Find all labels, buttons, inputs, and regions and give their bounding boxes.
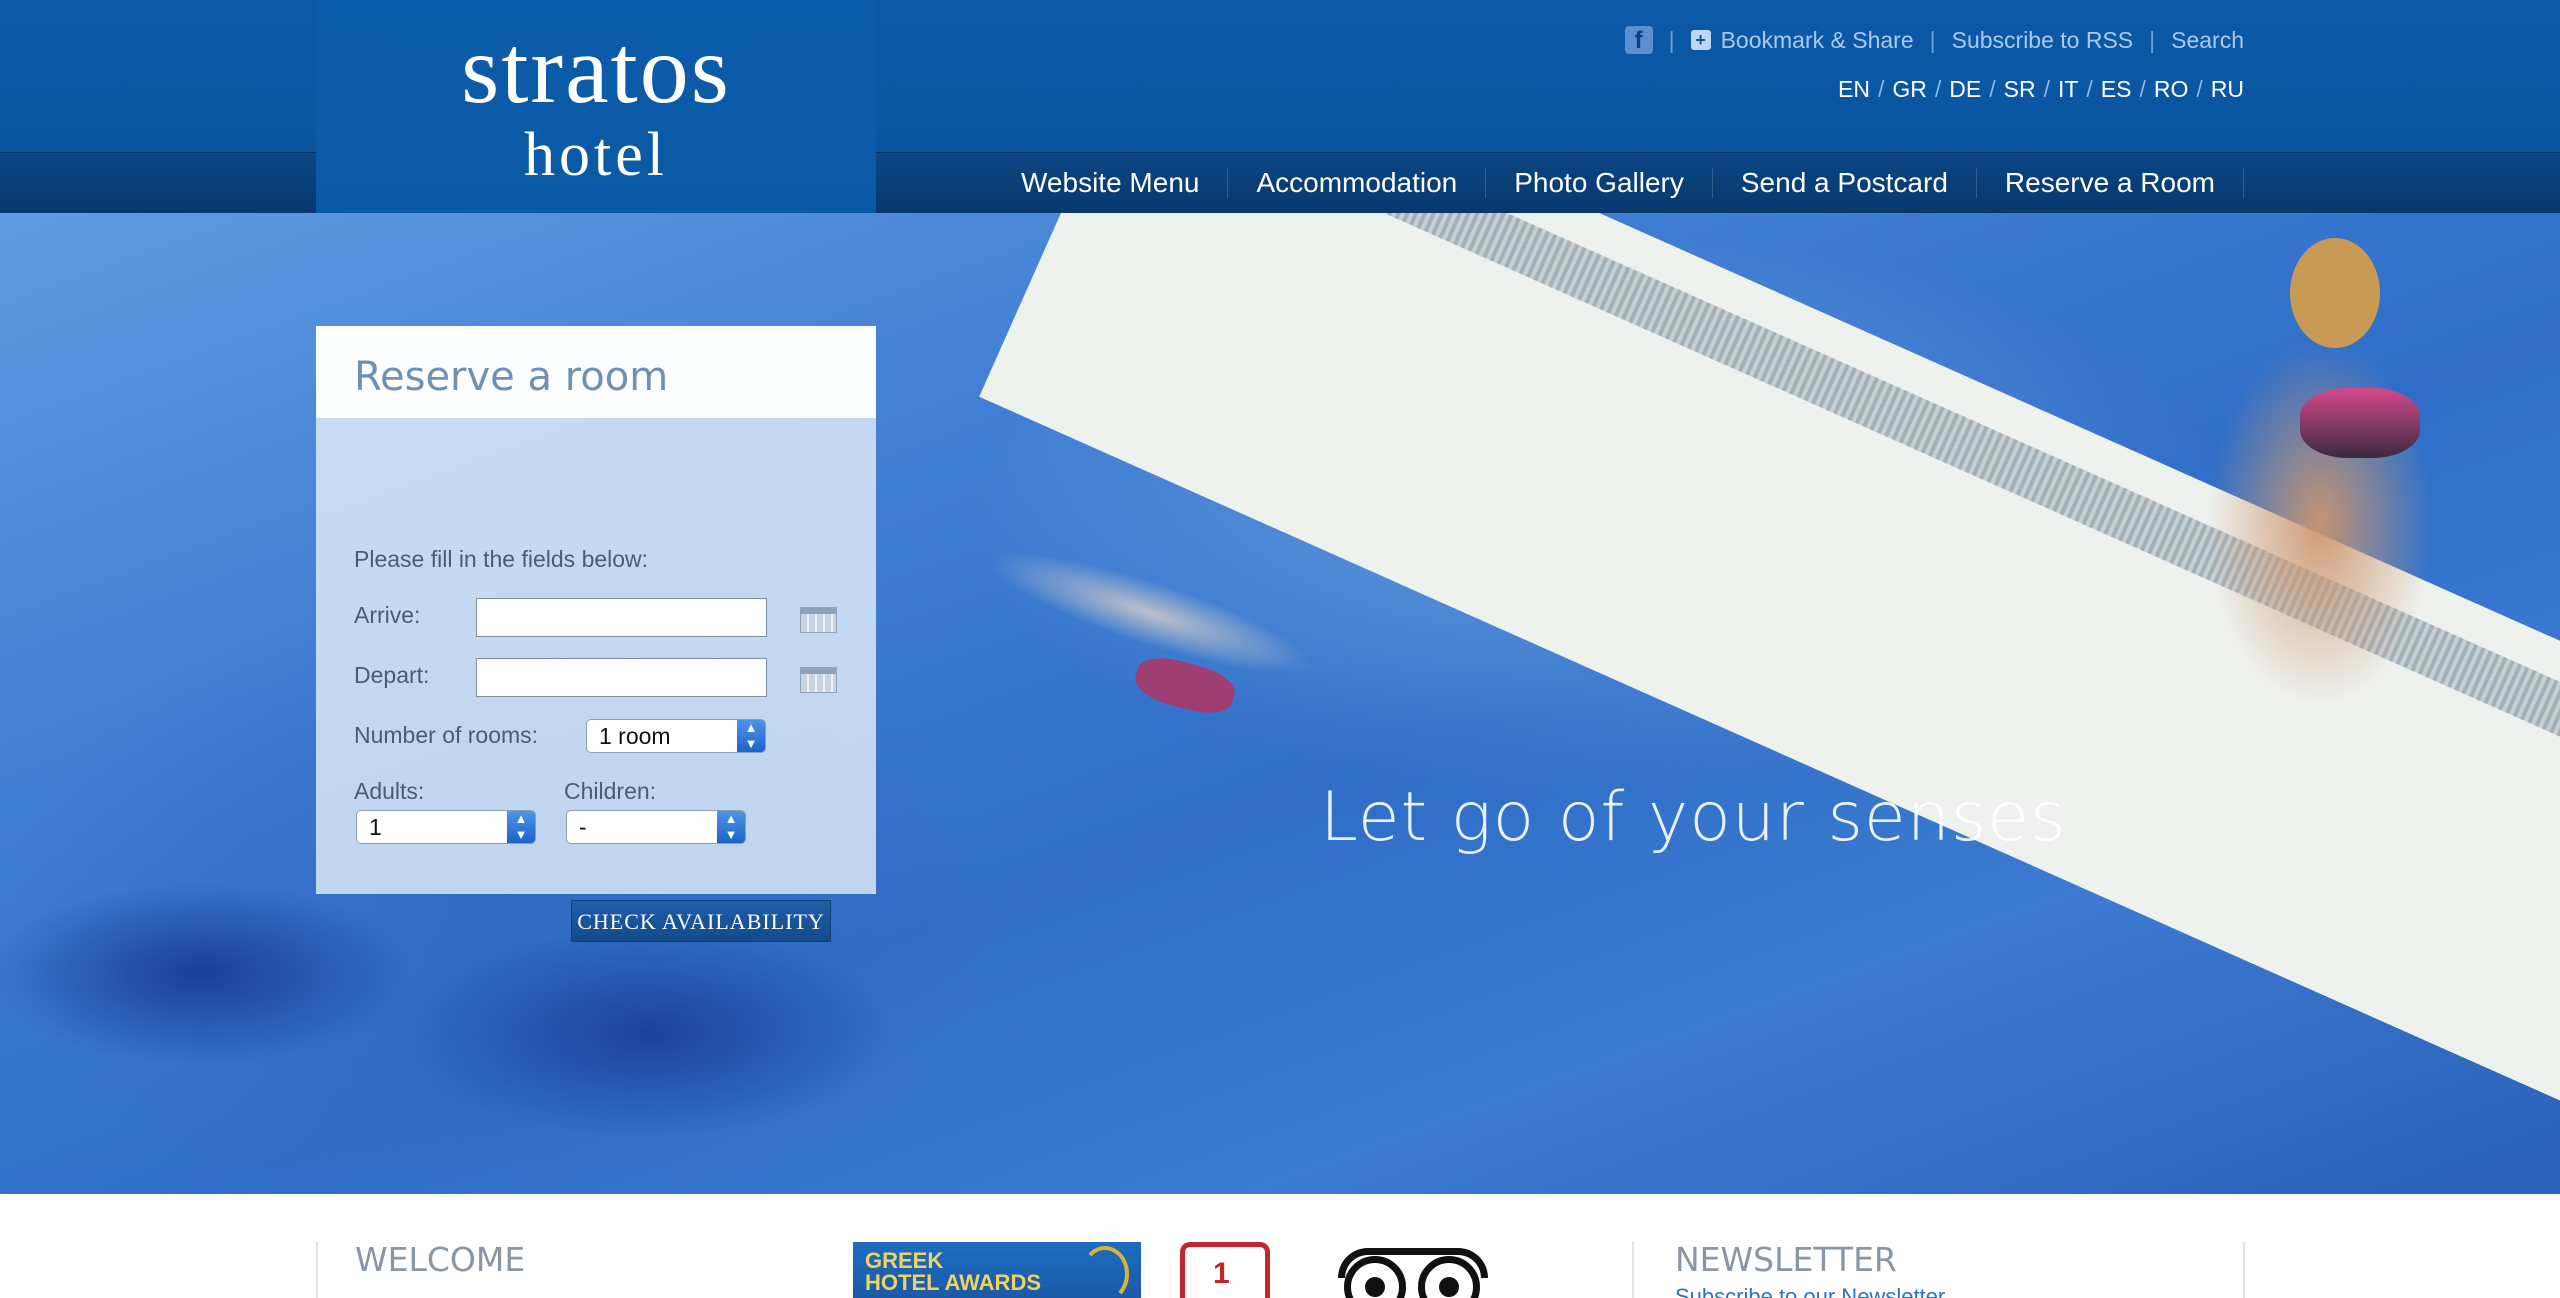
adults-value: 1 bbox=[369, 814, 382, 840]
award-line-1: GREEK bbox=[865, 1248, 944, 1273]
select-arrows-icon: ▲ ▼ bbox=[737, 720, 765, 752]
top-links: f | + Bookmark & Share | Subscribe to RS… bbox=[1624, 25, 2244, 55]
arrive-label: Arrive: bbox=[354, 602, 421, 628]
lang-ro[interactable]: RO bbox=[2154, 76, 2189, 103]
reserve-header: Reserve a room bbox=[316, 326, 876, 418]
woman-swimsuit bbox=[2300, 388, 2420, 458]
reserve-title: Reserve a room bbox=[354, 354, 669, 400]
bookmark-share-link[interactable]: Bookmark & Share bbox=[1721, 27, 1914, 54]
arrive-input[interactable] bbox=[476, 598, 767, 637]
ranking-badge-icon[interactable] bbox=[1180, 1242, 1270, 1298]
column-divider bbox=[316, 1242, 318, 1298]
hotel-logo[interactable]: stratos hotel bbox=[316, 20, 876, 188]
woman-hair bbox=[2290, 238, 2380, 348]
language-selector: EN / GR / DE / SR / IT / ES / RO / RU bbox=[1838, 76, 2244, 103]
rooms-label: Number of rooms: bbox=[354, 722, 539, 748]
rooms-value: 1 room bbox=[599, 723, 671, 749]
bookmark-plus-icon: + bbox=[1690, 30, 1711, 50]
children-select[interactable]: - ▲ ▼ bbox=[566, 810, 746, 844]
reserve-room-panel: Reserve a room Please fill in the fields… bbox=[316, 326, 876, 942]
facebook-icon[interactable]: f bbox=[1624, 26, 1653, 54]
lang-de[interactable]: DE bbox=[1949, 76, 1981, 103]
main-nav: Website Menu Accommodation Photo Gallery… bbox=[993, 152, 2244, 213]
lang-sr[interactable]: SR bbox=[2004, 76, 2036, 103]
children-label: Children: bbox=[564, 778, 657, 804]
lang-gr[interactable]: GR bbox=[1892, 76, 1927, 103]
column-divider bbox=[2243, 1242, 2245, 1298]
logo-line-1: stratos bbox=[461, 16, 731, 124]
nav-website-menu[interactable]: Website Menu bbox=[993, 167, 1229, 198]
check-availability-button[interactable]: CHECK AVAILABILITY bbox=[571, 900, 831, 942]
welcome-heading: WELCOME bbox=[355, 1240, 526, 1279]
hero-tagline: Let go of your senses bbox=[1320, 778, 2067, 857]
select-arrows-icon: ▲ ▼ bbox=[507, 811, 535, 843]
column-divider bbox=[1632, 1242, 1634, 1298]
nav-send-postcard[interactable]: Send a Postcard bbox=[1713, 167, 1977, 198]
calendar-icon[interactable] bbox=[800, 667, 837, 693]
newsletter-heading: NEWSLETTER bbox=[1675, 1240, 1897, 1279]
rooms-select[interactable]: 1 room ▲ ▼ bbox=[586, 719, 766, 753]
nav-photo-gallery[interactable]: Photo Gallery bbox=[1486, 167, 1713, 198]
depart-input[interactable] bbox=[476, 658, 767, 697]
instructions-text: Please fill in the fields below: bbox=[354, 546, 649, 572]
reserve-form: Please fill in the fields below: Arrive:… bbox=[316, 418, 876, 942]
lang-es[interactable]: ES bbox=[2101, 76, 2132, 103]
logo-line-2: hotel bbox=[524, 121, 668, 189]
newsletter-subscribe-link[interactable]: Subscribe to our Newsletter bbox=[1675, 1284, 1945, 1298]
lang-en[interactable]: EN bbox=[1838, 76, 1870, 103]
select-arrows-icon: ▲ ▼ bbox=[717, 811, 745, 843]
separator: | bbox=[2149, 26, 2156, 53]
adults-label: Adults: bbox=[354, 778, 425, 804]
tripadvisor-owl-icon[interactable] bbox=[1338, 1248, 1488, 1298]
search-link[interactable]: Search bbox=[2171, 27, 2244, 54]
subscribe-rss-link[interactable]: Subscribe to RSS bbox=[1952, 27, 2134, 54]
nav-reserve-room[interactable]: Reserve a Room bbox=[1977, 167, 2244, 198]
award-line-2: HOTEL AWARDS bbox=[865, 1270, 1042, 1295]
nav-accommodation[interactable]: Accommodation bbox=[1228, 167, 1487, 198]
lang-it[interactable]: IT bbox=[2058, 76, 2078, 103]
greek-hotel-awards-badge[interactable]: GREEK HOTEL AWARDS bbox=[853, 1242, 1141, 1298]
adults-select[interactable]: 1 ▲ ▼ bbox=[356, 810, 536, 844]
calendar-icon[interactable] bbox=[800, 607, 837, 633]
separator: | bbox=[1929, 26, 1936, 53]
children-value: - bbox=[579, 814, 587, 840]
depart-label: Depart: bbox=[354, 662, 430, 688]
lang-ru[interactable]: RU bbox=[2211, 76, 2244, 103]
separator: | bbox=[1668, 26, 1675, 53]
